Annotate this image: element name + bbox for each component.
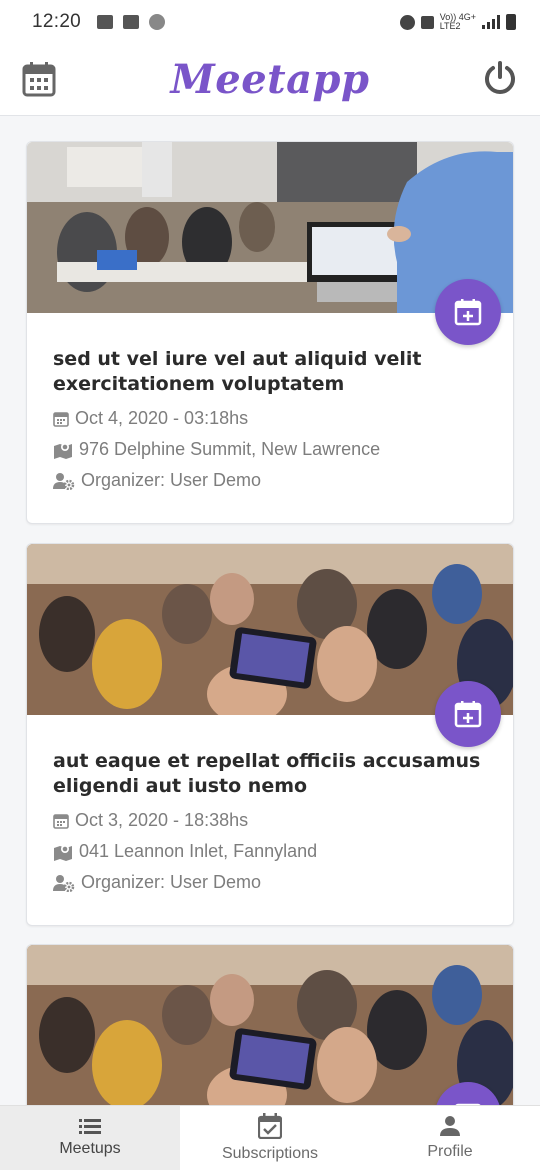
tab-profile-label: Profile [427,1143,473,1160]
calendar-icon[interactable] [22,61,56,97]
calendar-check-icon [258,1113,282,1139]
app-header: Meetapp [0,44,540,116]
meetup-organizer-row: Organizer: User Demo [53,465,487,496]
person-icon [440,1116,460,1136]
map-marker-icon [54,844,72,861]
meetup-title: sed ut vel iure vel aut aliquid velit ex… [53,348,422,395]
power-icon[interactable] [482,60,518,96]
meetup-location-row: 041 Leannon Inlet, Fannyland [53,836,487,867]
voicemail-notification-icon [123,15,140,29]
meetup-location: 041 Leannon Inlet, Fannyland [79,841,318,861]
alarm-icon [399,14,415,30]
meetup-banner-image [27,544,513,715]
app-logo: Meetapp [170,56,370,103]
status-bar: 12:20 Vo)) 4G+ LTE2 [0,0,540,44]
calendar-plus-icon [454,299,482,326]
meetup-date-row: Oct 4, 2020 - 03:18hs [53,403,487,434]
meetup-organizer: Organizer: User Demo [81,872,262,892]
tab-subscriptions-label: Subscriptions [221,1145,319,1162]
meetup-card[interactable]: aut eaque et repellat officiis accusamus… [26,543,514,926]
meetup-card[interactable] [26,944,514,1105]
shazam-notification-icon [149,14,166,30]
subscribe-button[interactable] [435,279,501,345]
meetup-card[interactable]: sed ut vel iure vel aut aliquid velit ex… [26,141,514,524]
user-gear-icon [53,472,75,490]
user-gear-icon [53,874,75,892]
meetup-title: aut eaque et repellat officiis accusamus… [53,750,481,797]
calendar-small-icon [53,814,69,829]
meetup-location: 976 Delphine Summit, New Lawrence [79,439,381,459]
meetup-organizer-row: Organizer: User Demo [53,867,487,898]
meetup-date: Oct 4, 2020 - 03:18hs [75,408,249,428]
meetup-location-row: 976 Delphine Summit, New Lawrence [53,434,487,465]
meetup-date-row: Oct 3, 2020 - 18:38hs [53,805,487,836]
gallery-notification-icon [97,15,114,29]
signal-strength-icon [482,15,500,29]
bottom-navigation: Meetups Subscriptions Profile [0,1105,540,1170]
network-indicator: Vo)) 4G+ LTE2 [440,13,476,31]
meetup-date: Oct 3, 2020 - 18:38hs [75,810,249,830]
meetup-banner-image [27,142,513,313]
calendar-plus-icon [454,701,482,728]
tab-meetups-label: Meetups [59,1140,121,1157]
subscribe-button[interactable] [435,681,501,747]
meetup-organizer: Organizer: User Demo [81,470,262,490]
tab-meetups[interactable]: Meetups [0,1106,180,1170]
status-time: 12:20 [32,11,82,32]
list-icon [79,1119,101,1134]
map-marker-icon [54,442,72,459]
battery-icon [506,14,516,30]
meetup-banner-image [27,945,513,1105]
network-bottom-text: LTE2 [439,21,461,31]
tab-profile[interactable]: Profile [360,1106,540,1170]
calendar-small-icon [53,412,69,427]
tab-subscriptions[interactable]: Subscriptions [180,1106,360,1170]
meetup-feed[interactable]: sed ut vel iure vel aut aliquid velit ex… [0,117,540,1105]
mute-icon [420,15,434,29]
